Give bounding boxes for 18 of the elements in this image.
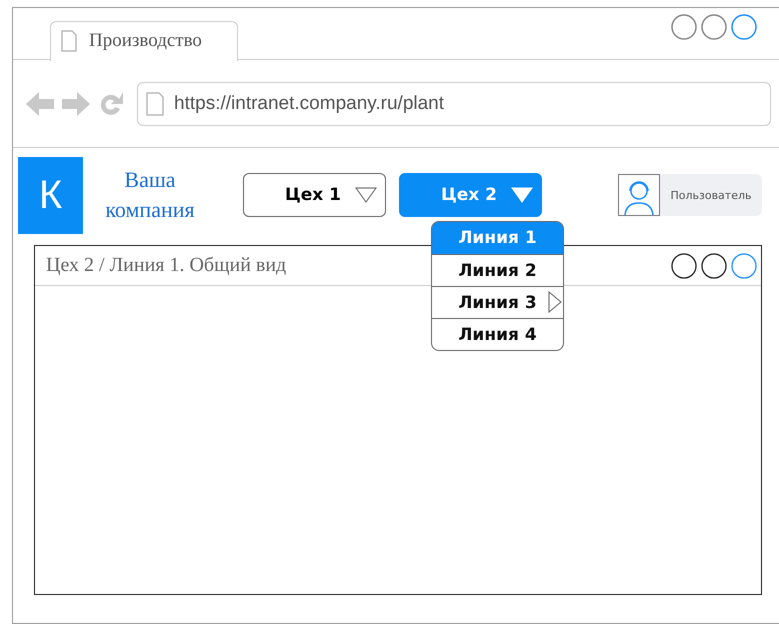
- menu-item[interactable]: Линия 4: [432, 318, 563, 350]
- menu-item[interactable]: Линия 3: [432, 286, 563, 318]
- panel-title: Цех 2 / Линия 1. Общий вид: [46, 254, 286, 277]
- page-icon: [146, 92, 164, 116]
- window-button-icon[interactable]: [701, 252, 727, 278]
- address-field[interactable]: https://intranet.company.ru/plant: [137, 82, 771, 126]
- tab-title: Производство: [89, 30, 202, 52]
- menu-item[interactable]: Линия 2: [432, 254, 563, 286]
- caret-icon: [511, 187, 533, 203]
- page-icon: [61, 30, 77, 52]
- logo-letter: К: [18, 156, 83, 234]
- user-avatar-icon[interactable]: [618, 174, 660, 216]
- user-name-label[interactable]: Пользователь: [660, 174, 762, 216]
- caret-icon: [355, 187, 377, 203]
- workshop-dropdown[interactable]: Цех 1: [243, 173, 386, 217]
- window-button-icon[interactable]: [671, 252, 697, 278]
- browser-tab[interactable]: Производство: [50, 20, 238, 60]
- company-name: Ваша компания: [104, 166, 196, 224]
